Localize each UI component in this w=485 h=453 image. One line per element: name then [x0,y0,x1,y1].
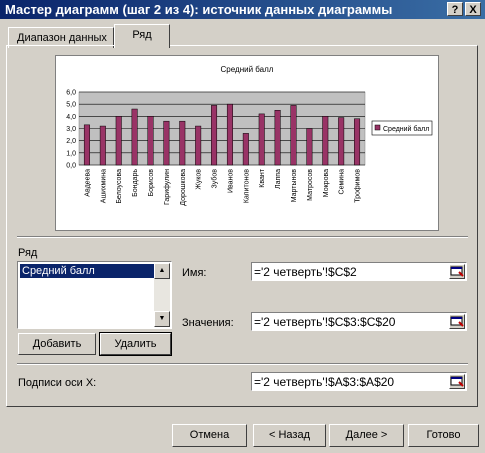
bar [147,116,154,166]
bar [306,128,313,166]
x-tick-label: Лаппа [275,169,282,189]
x-tick-label: Гарифулин [164,169,171,205]
window-title: Мастер диаграмм (шаг 2 из 4): источник д… [5,2,393,17]
finish-button[interactable]: Готово [408,424,479,447]
values-field[interactable]: ='2 четверть'!$C$3:$C$20 [251,312,467,331]
back-button[interactable]: < Назад [253,424,326,447]
y-tick-label: 1,0 [66,150,76,157]
title-bar: Мастер диаграмм (шаг 2 из 4): источник д… [0,0,485,19]
x-tick-label: Мартынов [291,169,298,203]
chart-title: Средний балл [221,65,274,74]
bar [211,105,218,166]
x-tick-label: Борисов [148,169,155,197]
x-labels-value: ='2 четверть'!$A$3:$A$20 [254,375,395,389]
x-labels-label: Подписи оси X: [18,377,97,389]
y-tick-label: 6,0 [66,90,76,97]
x-tick-label: Иванов [227,169,234,193]
x-tick-label: Жуков [196,169,203,190]
x-tick-label: Зубов [211,169,219,189]
y-tick-label: 0,0 [66,163,76,170]
bar [338,117,345,166]
help-button[interactable]: ? [447,2,463,16]
x-tick-label: Авдеева [84,169,91,197]
bar [163,120,170,166]
separator [17,236,468,238]
name-field[interactable]: ='2 четверть'!$C$2 [251,262,467,281]
chart-svg: Средний балл 6,0 5,0 4,0 3,0 2,0 1,0 0,0 Авдеева… [66,65,433,206]
x-tick-label: Бондарь [132,169,139,197]
bar [131,108,138,166]
y-tick-label: 4,0 [66,114,76,121]
name-value: ='2 четверть'!$C$2 [254,265,357,279]
x-tick-label: Семина [339,169,346,195]
bar [242,133,249,166]
cancel-button[interactable]: Отмена [172,424,247,447]
x-tick-label: Мокрова [323,169,330,197]
legend-swatch [374,124,381,131]
chart-preview: Средний балл 6,0 5,0 4,0 3,0 2,0 1,0 0,0 Авдеева… [55,55,439,231]
x-labels-field[interactable]: ='2 четверть'!$A$3:$A$20 [251,372,467,391]
x-tick-label: Матросов [307,169,314,201]
separator [17,363,468,365]
collapse-dialog-icon[interactable] [449,374,465,389]
scroll-up-icon[interactable]: ▲ [154,263,170,279]
vertical-scrollbar[interactable]: ▲ ▼ [154,263,170,327]
x-tick-label: Капитонов [243,169,250,203]
y-tick-label: 5,0 [66,102,76,109]
legend-label: Средний балл [383,125,429,133]
x-tick-label: Дорошкова [180,169,187,206]
bar [274,110,281,166]
collapse-dialog-icon[interactable] [449,264,465,279]
bar [83,124,90,166]
collapse-dialog-icon[interactable] [449,314,465,329]
series-listbox[interactable]: Средний балл ▲ ▼ [17,261,172,329]
bar [99,125,106,166]
bar [354,118,361,166]
close-button[interactable]: X [465,2,481,16]
x-tick-label: Белоусова [116,169,123,204]
x-tick-label: Ашихмина [100,169,107,203]
bar [258,113,265,166]
delete-series-button[interactable]: Удалить [99,332,172,356]
bar [226,103,233,166]
values-value: ='2 четверть'!$C$3:$C$20 [254,315,396,329]
bar [115,116,122,166]
values-label: Значения: [182,317,234,329]
bar [290,105,297,166]
tab-series[interactable]: Ряд [114,24,170,48]
series-list-item[interactable]: Средний балл [20,264,155,278]
next-button[interactable]: Далее > [329,424,404,447]
bar [322,116,329,166]
y-tick-label: 3,0 [66,126,76,133]
y-tick-label: 2,0 [66,138,76,145]
bar [195,125,202,166]
scroll-down-icon[interactable]: ▼ [154,311,170,327]
x-tick-label: Квант [259,168,266,187]
bar [179,120,186,166]
name-label: Имя: [182,267,207,279]
add-series-button[interactable]: Добавить [18,333,96,355]
series-section-label: Ряд [18,247,38,259]
x-tick-label: Трофимов [355,169,362,203]
